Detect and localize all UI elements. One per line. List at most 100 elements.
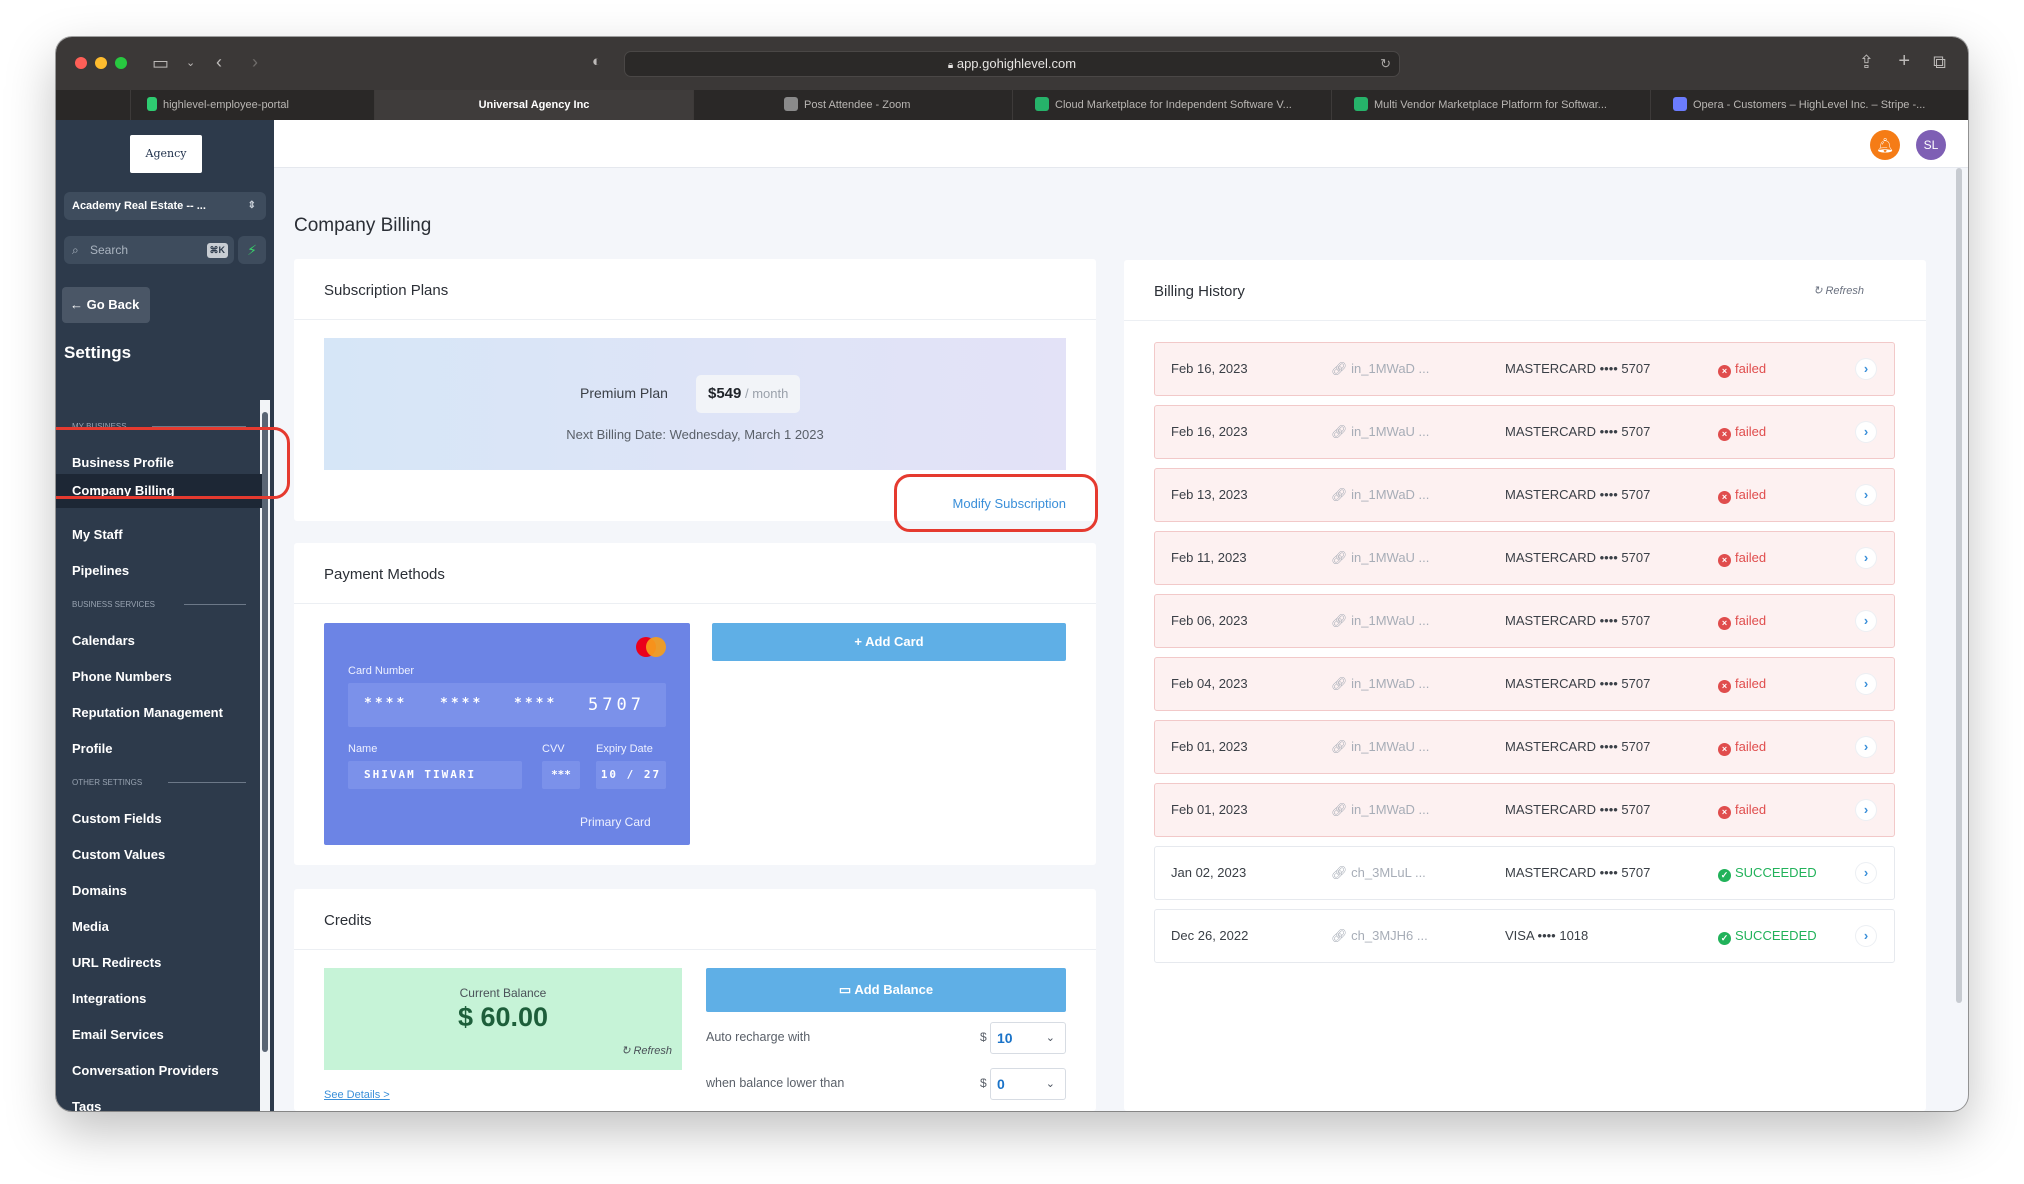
add-balance-button[interactable]: ▭ Add Balance — [706, 968, 1066, 1012]
table-row[interactable]: Feb 01, 2023 🔗︎ in_1MWaD ... MASTERCARD ••… — [1154, 783, 1895, 837]
table-row[interactable]: Feb 16, 2023 🔗︎ in_1MWaU ... MASTERCARD ••… — [1154, 405, 1895, 459]
status-badge: × failed — [1718, 406, 1766, 458]
sidebar-item-email-services[interactable]: Email Services — [72, 1027, 164, 1042]
favicon-icon — [1035, 97, 1049, 111]
sidebar-item-conversation-providers[interactable]: Conversation Providers — [72, 1063, 219, 1078]
row-reference-link[interactable]: 🔗︎ in_1MWaD ... — [1331, 469, 1429, 521]
row-reference-link[interactable]: 🔗︎ in_1MWaD ... — [1331, 658, 1429, 710]
auto-recharge-select[interactable]: 10 ⌄ — [990, 1022, 1066, 1054]
close-window-button[interactable] — [75, 57, 87, 69]
chevron-right-icon: › — [1856, 737, 1876, 757]
refresh-label: Refresh — [633, 1045, 672, 1057]
sidebar-item-url-redirects[interactable]: URL Redirects — [72, 955, 161, 970]
status-badge: × failed — [1718, 658, 1766, 710]
divider — [294, 949, 1096, 950]
chevron-right-icon: › — [1856, 422, 1876, 442]
lightning-icon[interactable]: ⚡︎ — [238, 236, 266, 264]
go-back-button[interactable]: ← Go Back — [62, 287, 150, 323]
see-details-link[interactable]: See Details > — [324, 1089, 390, 1101]
sidebar-item-calendars[interactable]: Calendars — [72, 633, 135, 648]
tab-multi-vendor-marketplace[interactable]: Multi Vendor Marketplace Platform for So… — [1331, 90, 1650, 120]
lower-than-select[interactable]: 0 ⌄ — [990, 1068, 1066, 1100]
sidebar-item-profile[interactable]: Profile — [72, 741, 112, 756]
row-details-button[interactable]: › — [1856, 847, 1876, 899]
row-details-button[interactable]: › — [1856, 721, 1876, 773]
address-bar[interactable]: 🔒︎ app.gohighlevel.com ↻ — [624, 51, 1400, 77]
x-circle-icon: × — [1718, 428, 1731, 441]
reload-icon[interactable]: ↻ — [1380, 52, 1391, 76]
row-details-button[interactable]: › — [1856, 595, 1876, 647]
status-text: failed — [1735, 550, 1767, 565]
link-icon: 🔗︎ — [1331, 361, 1352, 376]
shield-icon[interactable]: ◐ — [592, 52, 601, 72]
zoom-window-button[interactable] — [115, 57, 127, 69]
tab-post-attendee-zoom[interactable]: Post Attendee - Zoom — [693, 90, 1012, 120]
row-details-button[interactable]: › — [1856, 406, 1876, 458]
status-badge: ✓ SUCCEEDED — [1718, 910, 1817, 962]
credits-title: Credits — [324, 912, 372, 929]
table-row[interactable]: Feb 01, 2023 🔗︎ in_1MWaU ... MASTERCARD ••… — [1154, 720, 1895, 774]
section-other-settings: OTHER SETTINGS — [72, 778, 143, 787]
row-details-button[interactable]: › — [1856, 343, 1876, 395]
account-switcher[interactable]: Academy Real Estate -- ... ⇕ — [64, 192, 266, 220]
row-details-button[interactable]: › — [1856, 532, 1876, 584]
notification-bell-icon[interactable]: 🔔︎ — [1870, 130, 1900, 160]
row-reference-link[interactable]: 🔗︎ in_1MWaU ... — [1331, 595, 1429, 647]
search-input[interactable]: ⌕ Search ⌘K — [64, 236, 234, 264]
row-reference-link[interactable]: 🔗︎ in_1MWaU ... — [1331, 406, 1429, 458]
cardholder-name: SHIVAM TIWARI — [348, 761, 522, 789]
tab-highlevel-employee-portal[interactable]: highlevel-employee-portal — [130, 90, 374, 120]
avatar[interactable]: SL — [1916, 130, 1946, 160]
row-details-button[interactable]: › — [1856, 784, 1876, 836]
sidebar-item-integrations[interactable]: Integrations — [72, 991, 146, 1006]
table-row[interactable]: Feb 11, 2023 🔗︎ in_1MWaU ... MASTERCARD ••… — [1154, 531, 1895, 585]
refresh-history-link[interactable]: ↻ Refresh — [1813, 284, 1864, 297]
tab-overview-icon[interactable]: ⧉ — [1933, 52, 1946, 72]
agency-logo[interactable]: Agency — [130, 135, 202, 173]
minimize-window-button[interactable] — [95, 57, 107, 69]
row-reference-link[interactable]: 🔗︎ ch_3MLuL ... — [1331, 847, 1426, 899]
table-row[interactable]: Jan 02, 2023 🔗︎ ch_3MLuL ... MASTERCARD ••… — [1154, 846, 1895, 900]
row-details-button[interactable]: › — [1856, 469, 1876, 521]
table-row[interactable]: Feb 06, 2023 🔗︎ in_1MWaU ... MASTERCARD ••… — [1154, 594, 1895, 648]
sidebar-scrollbar[interactable] — [262, 412, 268, 1052]
add-balance-label: Add Balance — [854, 982, 934, 997]
sidebar-item-domains[interactable]: Domains — [72, 883, 127, 898]
row-reference-link[interactable]: 🔗︎ in_1MWaD ... — [1331, 343, 1429, 395]
sidebar-item-media[interactable]: Media — [72, 919, 109, 934]
sidebar-toggle-icon[interactable]: ▭ — [152, 53, 169, 73]
sidebar-item-custom-values[interactable]: Custom Values — [72, 847, 165, 862]
sidebar-item-reputation-management[interactable]: Reputation Management — [72, 705, 223, 720]
sidebar-item-my-staff[interactable]: My Staff — [72, 527, 123, 542]
row-details-button[interactable]: › — [1856, 658, 1876, 710]
sidebar-item-pipelines[interactable]: Pipelines — [72, 563, 129, 578]
tab-cloud-marketplace[interactable]: Cloud Marketplace for Independent Softwa… — [1012, 90, 1331, 120]
new-tab-icon[interactable]: + — [1898, 51, 1910, 71]
payment-methods-title: Payment Methods — [324, 566, 445, 583]
table-row[interactable]: Dec 26, 2022 🔗︎ ch_3MJH6 ... VISA •••• 101… — [1154, 909, 1895, 963]
chevron-down-icon[interactable]: ⌄ — [186, 53, 195, 73]
credit-card[interactable]: Card Number **** **** **** 5707 Name CVV… — [324, 623, 690, 845]
refresh-balance-link[interactable]: ↻ Refresh — [621, 1044, 672, 1057]
row-reference-link[interactable]: 🔗︎ in_1MWaD ... — [1331, 784, 1429, 836]
main-scrollbar[interactable] — [1956, 168, 1962, 1003]
table-row[interactable]: Feb 13, 2023 🔗︎ in_1MWaD ... MASTERCARD ••… — [1154, 468, 1895, 522]
sidebar-item-phone-numbers[interactable]: Phone Numbers — [72, 669, 172, 684]
forward-arrow-icon[interactable]: › — [252, 52, 258, 72]
tab-opera-stripe[interactable]: Opera - Customers – HighLevel Inc. – Str… — [1650, 90, 1968, 120]
back-arrow-icon[interactable]: ‹ — [216, 52, 222, 72]
row-reference-link[interactable]: 🔗︎ ch_3MJH6 ... — [1331, 910, 1428, 962]
row-details-button[interactable]: › — [1856, 910, 1876, 962]
link-icon: 🔗︎ — [1331, 739, 1352, 754]
add-card-button[interactable]: + Add Card — [712, 623, 1066, 661]
share-icon[interactable]: ⇪ — [1859, 52, 1874, 72]
tab-strip: highlevel-employee-portal Universal Agen… — [56, 90, 1968, 120]
sidebar-item-custom-fields[interactable]: Custom Fields — [72, 811, 162, 826]
table-row[interactable]: Feb 16, 2023 🔗︎ in_1MWaD ... MASTERCARD ••… — [1154, 342, 1895, 396]
sidebar-item-tags[interactable]: Tags — [72, 1099, 101, 1111]
row-reference-link[interactable]: 🔗︎ in_1MWaU ... — [1331, 532, 1429, 584]
table-row[interactable]: Feb 04, 2023 🔗︎ in_1MWaD ... MASTERCARD ••… — [1154, 657, 1895, 711]
plan-box: Premium Plan $549 / month Next Billing D… — [324, 338, 1066, 470]
row-reference-link[interactable]: 🔗︎ in_1MWaU ... — [1331, 721, 1429, 773]
tab-universal-agency[interactable]: Universal Agency Inc — [374, 90, 693, 120]
